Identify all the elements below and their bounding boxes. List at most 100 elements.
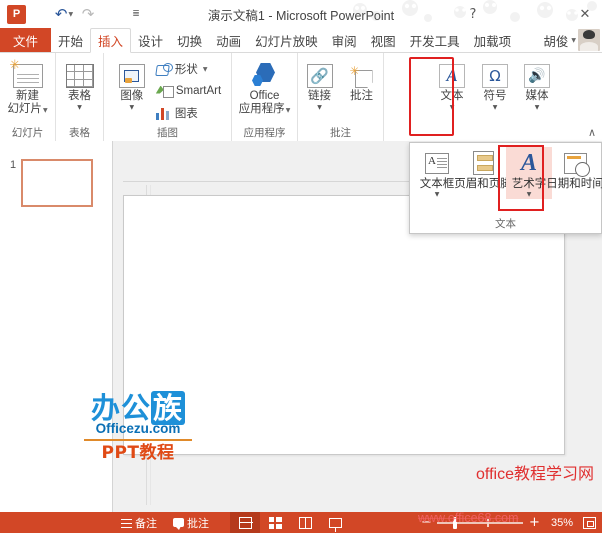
- tab-review[interactable]: 审阅: [325, 28, 364, 52]
- wordart-icon: A: [520, 150, 537, 176]
- user-account[interactable]: 胡俊 ▼: [543, 28, 602, 52]
- group-label-tables: 表格: [69, 127, 90, 139]
- image-icon: [118, 64, 145, 88]
- chart-button[interactable]: 图表: [153, 102, 224, 124]
- office-apps-label-2: 应用程序▼: [238, 103, 291, 115]
- notes-button[interactable]: 备注: [114, 512, 164, 533]
- table-button[interactable]: 表格 ▼: [59, 56, 101, 111]
- thumbnail-item[interactable]: 1: [10, 159, 94, 207]
- tab-home[interactable]: 开始: [51, 28, 90, 52]
- chevron-down-icon: ▼: [492, 104, 498, 111]
- header-footer-label: 页眉和页脚: [454, 178, 512, 190]
- table-label: 表格: [68, 90, 91, 102]
- wordart-label: 艺术字: [511, 178, 547, 190]
- undo-icon[interactable]: ↶ ▼: [52, 3, 76, 25]
- office-apps-button[interactable]: Office 应用程序▼: [234, 56, 296, 117]
- ribbon-display-options-icon[interactable]: [488, 2, 514, 26]
- images-button[interactable]: 图像 ▼: [111, 56, 153, 111]
- comment-balloon-icon: [173, 518, 184, 530]
- new-slide-button[interactable]: 新建 幻灯片▼: [2, 56, 52, 117]
- wordart-menu-item[interactable]: A 艺术字 ▼: [506, 147, 552, 199]
- start-slideshow-icon[interactable]: [100, 3, 124, 25]
- smartart-button[interactable]: SmartArt: [153, 80, 224, 102]
- link-icon: 🔗: [306, 64, 333, 88]
- powerpoint-window: P ↶ ▼ ↷ ≣ 演示文稿1 - Microsoft PowerPoint ?…: [0, 0, 602, 533]
- group-label-comments: 批注: [330, 127, 351, 139]
- tab-view[interactable]: 视图: [364, 28, 403, 52]
- ribbon-group-comments: 🔗 链接 ▼ 批注 批注: [298, 53, 384, 141]
- save-icon[interactable]: [28, 3, 52, 25]
- comment-button[interactable]: 批注: [341, 56, 383, 103]
- text-box-menu-item[interactable]: 文本框 ▼: [414, 147, 460, 199]
- zoom-in-button[interactable]: +: [529, 516, 540, 529]
- close-button[interactable]: ✕: [572, 2, 598, 26]
- tab-transitions[interactable]: 切换: [170, 28, 209, 52]
- group-label-slides: 幻灯片: [11, 127, 44, 139]
- tab-insert[interactable]: 插入: [90, 28, 132, 53]
- watermark-status-url: www.office68.com: [418, 511, 519, 525]
- header-footer-menu-item[interactable]: 页眉和页脚: [454, 147, 512, 191]
- normal-view-button[interactable]: [230, 512, 260, 533]
- reading-view-icon: [298, 516, 312, 529]
- redo-icon[interactable]: ↷: [76, 3, 100, 25]
- link-button[interactable]: 🔗 链接 ▼: [299, 56, 341, 111]
- notes-label: 备注: [135, 517, 157, 530]
- minimize-button[interactable]: [516, 2, 542, 26]
- ribbon: 新建 幻灯片▼ 幻灯片 表格 ▼ 表格: [0, 53, 602, 141]
- tab-animations[interactable]: 动画: [209, 28, 248, 52]
- shapes-button[interactable]: 形状 ▼: [153, 58, 224, 80]
- tab-file[interactable]: 文件: [0, 28, 52, 52]
- text-box-icon: [425, 152, 449, 174]
- chevron-down-icon: ▼: [571, 36, 576, 44]
- slide-canvas[interactable]: [123, 195, 565, 455]
- help-icon[interactable]: ?: [460, 2, 486, 26]
- avatar: [578, 29, 600, 51]
- slide-sorter-icon: [268, 516, 282, 529]
- new-slide-label-2: 幻灯片▼: [7, 103, 48, 115]
- office-apps-label-1: Office: [249, 90, 280, 102]
- chevron-down-icon: ▼: [285, 107, 291, 114]
- office-apps-icon: [252, 63, 277, 88]
- media-icon: 🔊: [524, 64, 550, 88]
- status-bar: 备注 批注 − + 35% www.office68.com: [0, 511, 602, 533]
- ribbon-group-images: 图像 ▼ 形状 ▼ SmartArt 图表 插图: [104, 53, 232, 141]
- ribbon-group-text: A 文本 ▼ Ω 符号 ▼ 🔊 媒体 ▼: [384, 53, 602, 141]
- text-label: 文本: [440, 90, 464, 102]
- slideshow-view-button[interactable]: [320, 512, 350, 533]
- tab-developer[interactable]: 开发工具: [403, 28, 467, 52]
- date-time-menu-item[interactable]: 日期和时间: [546, 147, 602, 191]
- symbol-icon: Ω: [482, 64, 508, 88]
- group-label-images: 插图: [157, 127, 178, 139]
- thumbnail-slide-preview[interactable]: [21, 159, 94, 207]
- fit-slide-to-window-button[interactable]: [583, 516, 596, 529]
- new-slide-icon: [10, 58, 43, 88]
- tab-slideshow[interactable]: 幻灯片放映: [248, 28, 325, 52]
- text-button[interactable]: A 文本 ▼: [430, 56, 474, 111]
- media-button[interactable]: 🔊 媒体 ▼: [516, 56, 558, 111]
- chevron-down-icon: ▼: [42, 107, 48, 114]
- ribbon-group-apps: Office 应用程序▼ 应用程序: [232, 53, 298, 141]
- zoom-percentage[interactable]: 35%: [545, 517, 573, 529]
- symbol-button[interactable]: Ω 符号 ▼: [474, 56, 516, 111]
- user-name: 胡俊: [543, 34, 569, 49]
- maximize-button[interactable]: [544, 2, 570, 26]
- chevron-down-icon: ▼: [534, 104, 540, 111]
- app-logo: P: [4, 3, 28, 25]
- reading-view-button[interactable]: [290, 512, 320, 533]
- tab-addins[interactable]: 加载项: [467, 28, 519, 52]
- collapse-ribbon-button[interactable]: ∧: [588, 126, 596, 139]
- comments-label: 批注: [187, 517, 209, 530]
- header-footer-icon: [472, 151, 494, 175]
- shapes-icon: [156, 62, 173, 76]
- chevron-down-icon: ▼: [129, 104, 135, 111]
- customize-qat-icon[interactable]: ≣: [124, 3, 148, 25]
- chevron-down-icon: ▼: [449, 104, 455, 111]
- comment-label: 批注: [350, 90, 373, 102]
- text-icon: A: [439, 64, 465, 88]
- slide-sorter-view-button[interactable]: [260, 512, 290, 533]
- watermark-bottom-right: office教程学习网: [476, 466, 594, 483]
- tab-design[interactable]: 设计: [131, 28, 170, 52]
- comments-button[interactable]: 批注: [166, 512, 216, 533]
- window-controls: ? ✕: [460, 0, 598, 28]
- status-left-group: 备注 批注: [114, 512, 216, 533]
